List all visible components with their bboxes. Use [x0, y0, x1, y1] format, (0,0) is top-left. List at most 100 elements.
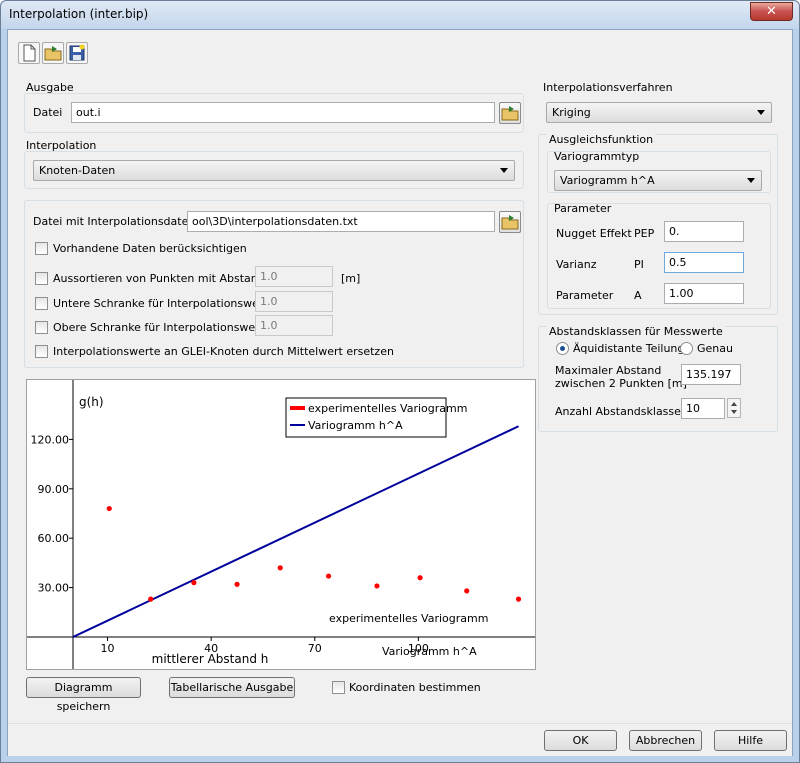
ok-button[interactable]: OK	[544, 730, 617, 751]
open-folder-icon	[501, 106, 519, 121]
variogram-chart-svg: 120.0090.0060.0030.0010 40 70 100g(h)mittle…	[27, 380, 535, 669]
unit-label: [m]	[341, 272, 361, 285]
dialog-window: Interpolation (inter.bip) ✕ Ausgabe Date…	[0, 0, 800, 763]
existing-data-label: Vorhandene Daten berücksichtigen	[53, 242, 247, 255]
nugget-code: PEP	[634, 227, 655, 240]
method-value: Kriging	[552, 106, 591, 119]
title-bar[interactable]: Interpolation (inter.bip) ✕	[1, 1, 799, 29]
variogram-chart[interactable]: 120.00 90.00 60.00 30.00 10 40 70 100 g(h) mittle…	[26, 379, 536, 670]
ausgabe-panel: Datei out.i	[24, 93, 524, 133]
output-file-input[interactable]: out.i	[71, 102, 495, 123]
variance-label: Varianz	[556, 258, 597, 271]
max-distance-label-1: Maximaler Abstand	[555, 364, 662, 377]
parameter-a-input[interactable]: 1.00	[664, 283, 744, 304]
sort-out-label: Aussortieren von Punkten mit Abstand <	[53, 272, 278, 285]
nugget-input[interactable]: 0.	[664, 221, 744, 242]
upper-bound-input[interactable]: 1.0	[255, 315, 333, 336]
x-tick-label: 70	[308, 642, 322, 655]
footer-bar: OK Abbrechen Hilfe	[8, 723, 792, 756]
data-point	[417, 575, 423, 581]
y-tick-label: 30.00	[38, 582, 70, 595]
coordinates-checkbox[interactable]	[332, 681, 345, 694]
y-tick-label: 120.00	[31, 433, 70, 446]
class-count-spinner[interactable]	[727, 398, 741, 418]
method-select[interactable]: Kriging	[546, 102, 772, 123]
chevron-down-icon	[757, 110, 765, 115]
y-axis-label: g(h)	[79, 395, 104, 409]
x-tick-label: 10	[101, 642, 115, 655]
max-distance-input[interactable]: 135.197	[681, 364, 741, 385]
datei-label: Datei	[33, 106, 63, 119]
sort-out-input[interactable]: 1.0	[255, 266, 333, 287]
data-point	[191, 580, 197, 586]
exact-label: Genau	[697, 342, 733, 355]
data-browse-button[interactable]	[499, 211, 521, 233]
upper-bound-checkbox[interactable]	[35, 321, 48, 334]
data-point	[464, 588, 470, 594]
equidistant-radio[interactable]	[556, 342, 569, 355]
data-file-label: Datei mit Interpolationsdaten	[33, 215, 196, 228]
variogram-type-label: Variogrammtyp	[554, 150, 640, 163]
data-point	[148, 596, 154, 602]
glei-checkbox[interactable]	[35, 345, 48, 358]
x-axis-label: mittlerer Abstand h	[152, 652, 269, 666]
legend-label-model: Variogramm h^A	[308, 419, 403, 432]
data-point	[325, 573, 332, 579]
spinner-arrows-icon	[731, 402, 737, 414]
existing-data-checkbox[interactable]	[35, 242, 48, 255]
interpolation-panel: Knoten-Daten	[24, 151, 524, 189]
variogram-type-value: Variogramm h^A	[560, 174, 655, 187]
parameter-a-label: Parameter	[556, 289, 614, 302]
open-folder-icon	[501, 215, 519, 230]
annotation-model: Variogramm h^A	[382, 645, 477, 658]
upper-bound-label: Obere Schranke für Interpolationswerte	[53, 321, 271, 334]
exact-radio[interactable]	[680, 342, 693, 355]
data-point	[277, 565, 283, 571]
lower-bound-checkbox[interactable]	[35, 297, 48, 310]
lower-bound-label: Untere Schranke für Interpolationswerte	[53, 297, 275, 310]
interpolation-type-value: Knoten-Daten	[39, 164, 116, 177]
nugget-label: Nugget Effekt	[556, 227, 632, 240]
data-point	[515, 596, 522, 602]
annotation-experimental: experimentelles Variogramm	[329, 612, 488, 625]
max-distance-label-2: zwischen 2 Punkten [m]	[555, 377, 687, 390]
cancel-button[interactable]: Abbrechen	[629, 730, 702, 751]
variance-code: PI	[634, 258, 644, 271]
data-point	[106, 505, 112, 512]
model-line-series	[72, 425, 519, 638]
close-button[interactable]: ✕	[750, 2, 793, 21]
data-point	[374, 583, 380, 589]
class-count-input[interactable]: 10	[681, 398, 725, 419]
save-diagram-button[interactable]: Diagramm speichern	[26, 677, 141, 713]
distance-classes-label: Abstandsklassen für Messwerte	[547, 325, 725, 338]
sort-out-checkbox[interactable]	[35, 272, 48, 285]
new-file-icon[interactable]	[18, 42, 40, 64]
data-file-input[interactable]: ool\3D\interpolationsdaten.txt	[187, 211, 495, 232]
interpolation-type-select[interactable]: Knoten-Daten	[33, 160, 515, 181]
data-point	[234, 581, 240, 587]
window-title: Interpolation (inter.bip)	[9, 7, 149, 21]
save-icon[interactable]	[66, 42, 88, 64]
y-tick-label: 90.00	[38, 483, 70, 496]
chevron-down-icon	[500, 168, 508, 173]
chevron-down-icon	[747, 178, 755, 183]
variogram-type-panel: Variogrammtyp Variogramm h^A	[547, 150, 771, 193]
ausgleich-panel: Ausgleichsfunktion Variogrammtyp Variogr…	[538, 133, 778, 315]
glei-label: Interpolationswerte an GLEI-Knoten durch…	[53, 345, 394, 358]
coordinates-label: Koordinaten bestimmen	[349, 681, 481, 694]
open-folder-icon[interactable]	[42, 42, 64, 64]
parameter-a-code: A	[634, 289, 642, 302]
equidistant-label: Äquidistante Teilung	[573, 342, 685, 355]
ausgleich-group-label: Ausgleichsfunktion	[547, 133, 656, 146]
help-button[interactable]: Hilfe	[714, 730, 787, 751]
output-browse-button[interactable]	[499, 102, 521, 124]
parameter-panel: Parameter Nugget Effekt PEP 0. Varianz P…	[547, 202, 771, 309]
distance-classes-panel: Abstandsklassen für Messwerte Äquidistan…	[538, 325, 778, 432]
dialog-client: Ausgabe Datei out.i Interpolation Knoten…	[7, 29, 793, 756]
variogram-type-select[interactable]: Variogramm h^A	[554, 170, 762, 191]
variance-input[interactable]: 0.5	[664, 252, 744, 273]
table-output-button[interactable]: Tabellarische Ausgabe	[169, 677, 295, 698]
method-group-label: Interpolationsverfahren	[543, 81, 673, 94]
lower-bound-input[interactable]: 1.0	[255, 291, 333, 312]
class-count-label: Anzahl Abstandsklassen	[555, 405, 688, 418]
